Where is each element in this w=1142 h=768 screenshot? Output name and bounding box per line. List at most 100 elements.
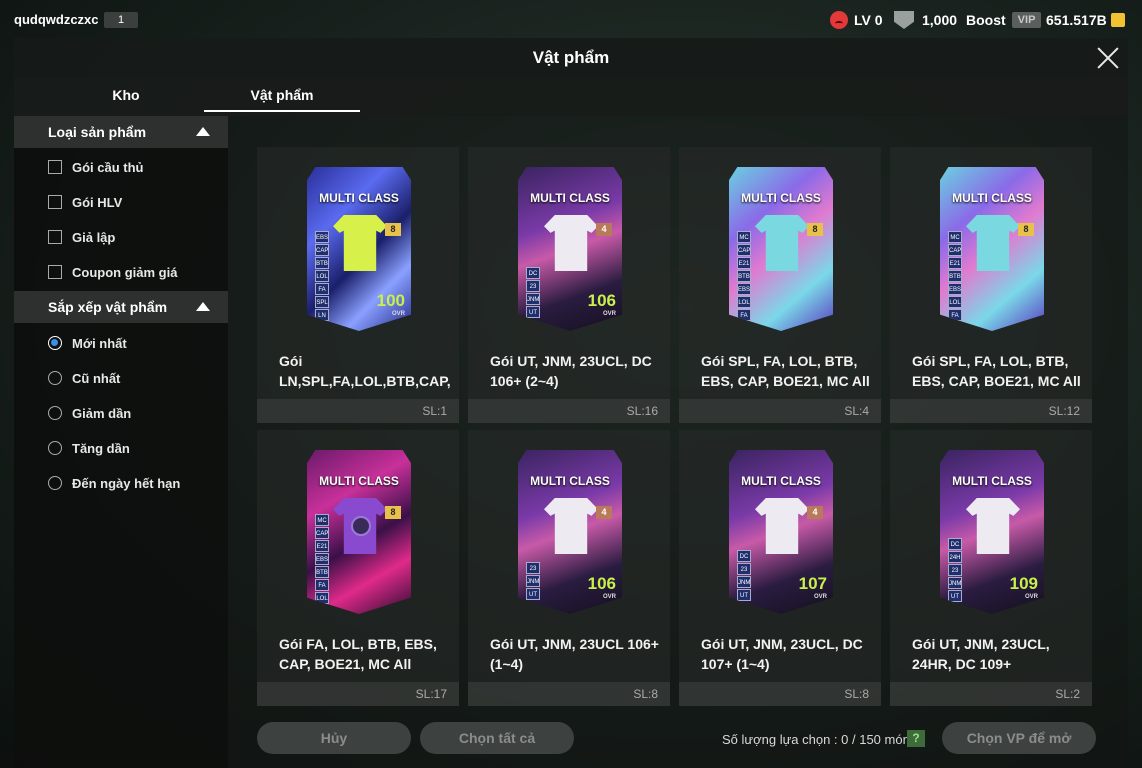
pack-tag: EBS xyxy=(315,231,329,243)
filter-coach-pack[interactable]: Gói HLV xyxy=(48,192,122,212)
choose-item-to-open-button[interactable]: Chọn VP để mở xyxy=(942,722,1096,754)
item-name: Gói UT, JNM, 23UCL, DC 106+ (2~4) xyxy=(490,353,652,389)
crest-icon xyxy=(894,11,914,29)
filter-player-pack[interactable]: Gói cầu thủ xyxy=(48,157,144,177)
pack-tag: FA xyxy=(315,283,329,295)
filter-label: Gói HLV xyxy=(72,194,123,210)
item-card[interactable]: MULTI CLASS 8 MC CAP E21 BTB EBS LOL FA … xyxy=(679,147,881,423)
pack-tags: DC 24H 23 JNM UT xyxy=(948,538,962,603)
pack-tag: LOL xyxy=(315,270,329,282)
item-card[interactable]: MULTI CLASS 4 DC 23 JNM UT 106 OVR Gói UT… xyxy=(468,147,670,423)
item-name: Gói UT, JNM, 23UCL, DC 107+ (1~4) xyxy=(701,636,863,672)
radio[interactable] xyxy=(48,476,62,490)
ovr-suffix: OVR xyxy=(391,311,405,317)
item-card[interactable]: MULTI CLASS DC 24H 23 JNM UT 109 OVR Gói … xyxy=(890,430,1092,706)
checkbox[interactable] xyxy=(48,195,62,209)
boost-indicator[interactable]: Boost VIP xyxy=(966,10,1042,30)
item-quantity: SL:8 xyxy=(844,687,869,701)
radio[interactable] xyxy=(48,371,62,385)
sort-newest[interactable]: Mới nhất xyxy=(48,333,127,353)
pack-tag: SPL xyxy=(948,322,962,331)
vip-badge: VIP xyxy=(1011,12,1042,28)
pack-tags: 23 JNM UT xyxy=(526,562,540,601)
jersey-icon xyxy=(966,498,1020,554)
checkbox[interactable] xyxy=(48,265,62,279)
pack-tag: FA xyxy=(315,579,329,591)
sort-descending[interactable]: Giảm dần xyxy=(48,403,131,423)
pack-class-label: MULTI CLASS xyxy=(530,191,610,205)
sidebar: Loại sản phẩm Gói cầu thủ Gói HLV Giả lậ… xyxy=(14,116,228,768)
pack-tag: EBS xyxy=(737,283,751,295)
filter-simulation[interactable]: Giả lập xyxy=(48,227,115,247)
close-icon[interactable] xyxy=(1096,46,1120,70)
item-card[interactable]: MULTI CLASS 8 MC CAP E21 EBS BTB FA LOL … xyxy=(257,430,459,706)
item-card[interactable]: MULTI CLASS 8 MC CAP E21 BTB EBS LOL FA … xyxy=(890,147,1092,423)
pack-image: MULTI CLASS 8 EBS CAP BTB LOL FA SPL LN … xyxy=(307,167,411,331)
pack-tag: 23 xyxy=(948,564,962,576)
username: qudqwdzczxc xyxy=(14,12,99,27)
collapse-arrow-icon xyxy=(196,302,210,311)
filter-label: Coupon giảm giá xyxy=(72,264,178,280)
checkbox[interactable] xyxy=(48,160,62,174)
pack-class-label: MULTI CLASS xyxy=(530,474,610,488)
pack-image: MULTI CLASS 4 DC 23 JNM UT 106 OVR xyxy=(518,167,622,331)
top-bar: qudqwdzczxc 1 LV 0 1,000 Boost VIP 651.5… xyxy=(0,0,1142,38)
ovr-suffix: OVR xyxy=(602,594,616,600)
pack-tag: JNM xyxy=(948,577,962,589)
pack-ovr: 100 OVR xyxy=(377,291,405,317)
pack-image: MULTI CLASS 8 MC CAP E21 EBS BTB FA LOL xyxy=(307,450,411,614)
radio[interactable] xyxy=(48,441,62,455)
product-type-header[interactable]: Loại sản phẩm xyxy=(14,116,228,148)
pack-level-badge: 4 xyxy=(596,506,612,519)
select-all-button[interactable]: Chọn tất cả xyxy=(420,722,574,754)
radio-selected[interactable] xyxy=(48,336,62,350)
jersey-icon xyxy=(544,215,598,271)
checkbox[interactable] xyxy=(48,230,62,244)
pack-tag: LOL xyxy=(315,592,329,604)
sort-ascending[interactable]: Tăng dần xyxy=(48,438,130,458)
pack-tag: BTB xyxy=(737,270,751,282)
tab-bar: Kho Vật phẩm xyxy=(14,78,1128,116)
tab-kho[interactable]: Kho xyxy=(74,87,178,103)
pack-level-badge: 8 xyxy=(807,223,823,236)
item-footer: SL:2 xyxy=(890,682,1092,706)
pack-tag: EBS xyxy=(315,553,329,565)
jersey-icon xyxy=(544,498,598,554)
pack-tag: JNM xyxy=(526,293,540,305)
sort-expiry[interactable]: Đến ngày hết hạn xyxy=(48,473,180,493)
pack-tags: EBS CAP BTB LOL FA SPL LN xyxy=(315,231,329,322)
selection-count: Số lượng lựa chọn : 0 / 150 món xyxy=(722,732,910,747)
pack-tag: LOL xyxy=(737,296,751,308)
pack-tag: CAP xyxy=(315,527,329,539)
pack-tag: JNM xyxy=(526,575,540,587)
pack-ovr: 109 OVR xyxy=(1010,574,1038,600)
help-icon[interactable]: ? xyxy=(907,730,925,747)
item-card[interactable]: MULTI CLASS 4 DC 23 JNM UT 107 OVR Gói UT… xyxy=(679,430,881,706)
tab-vat-pham[interactable]: Vật phẩm xyxy=(204,87,360,103)
pack-tag: FA xyxy=(737,309,751,321)
item-card[interactable]: MULTI CLASS 4 23 JNM UT 106 OVR Gói UT, J… xyxy=(468,430,670,706)
item-footer: SL:17 xyxy=(257,682,459,706)
item-card[interactable]: MULTI CLASS 8 EBS CAP BTB LOL FA SPL LN … xyxy=(257,147,459,423)
ovr-value: 109 xyxy=(1009,574,1038,593)
pack-tag: UT xyxy=(737,589,751,601)
radio[interactable] xyxy=(48,406,62,420)
pack-tag: E21 xyxy=(948,257,962,269)
coin-icon xyxy=(1110,13,1125,27)
item-footer: SL:16 xyxy=(468,399,670,423)
ovr-value: 100 xyxy=(376,291,405,310)
item-quantity: SL:1 xyxy=(422,404,447,418)
pack-tag: E21 xyxy=(737,257,751,269)
ovr-value: 106 xyxy=(587,574,616,593)
jersey-icon xyxy=(333,215,387,271)
pack-tag: BTB xyxy=(315,257,329,269)
sort-header[interactable]: Sắp xếp vật phẩm xyxy=(14,291,228,323)
cancel-button[interactable]: Hủy xyxy=(257,722,411,754)
pack-tag: FA xyxy=(948,309,962,321)
filter-coupon[interactable]: Coupon giảm giá xyxy=(48,262,177,282)
level-indicator: LV 0 xyxy=(830,10,883,30)
points-value: 1,000 xyxy=(922,12,958,28)
item-footer: SL:12 xyxy=(890,399,1092,423)
sort-label: Đến ngày hết hạn xyxy=(72,475,181,491)
sort-oldest[interactable]: Cũ nhất xyxy=(48,368,120,388)
